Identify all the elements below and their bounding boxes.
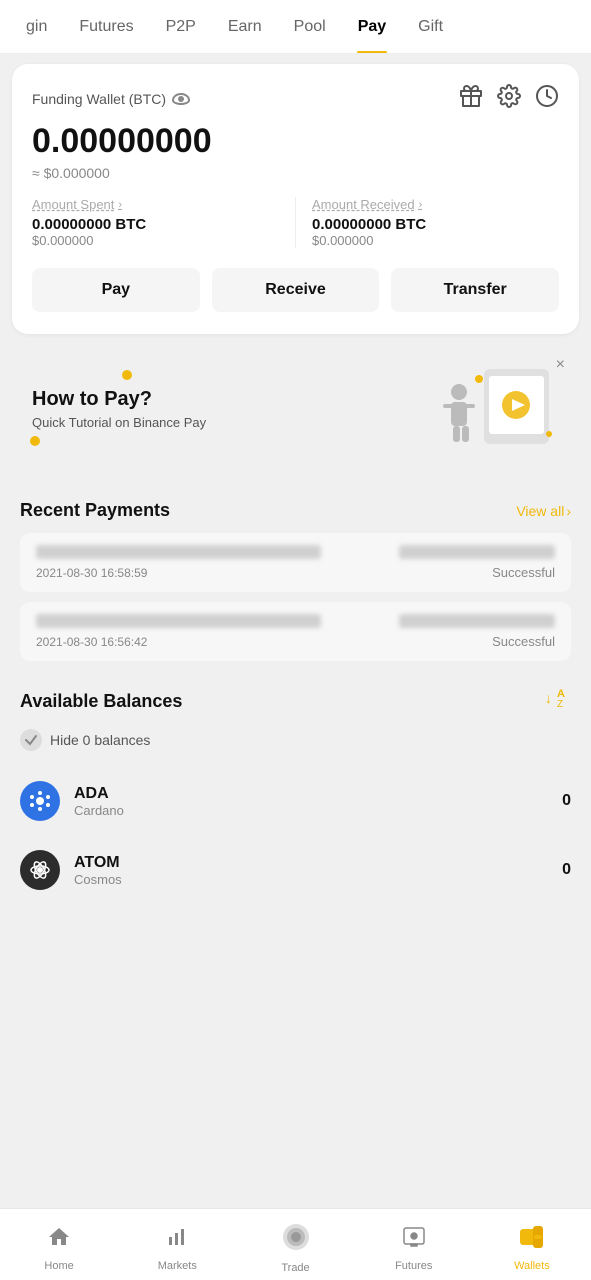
sort-icon[interactable]: ↓ A Z: [545, 687, 571, 715]
wallet-card: Funding Wallet (BTC): [12, 64, 579, 334]
wallet-title: Funding Wallet (BTC): [32, 91, 190, 107]
futures-nav-label: Futures: [395, 1260, 432, 1272]
atom-icon: [20, 850, 60, 890]
payment-blurred-amount-2: [399, 614, 555, 628]
banner-title: How to Pay?: [32, 388, 206, 411]
wallets-icon: [519, 1225, 545, 1256]
hide-zero-label: Hide 0 balances: [50, 732, 150, 748]
ada-amount: 0: [562, 792, 571, 810]
balance-row-atom[interactable]: ATOM Cosmos 0: [20, 836, 571, 905]
receive-button[interactable]: Receive: [212, 268, 380, 312]
recent-payments-header: Recent Payments View all ›: [20, 500, 571, 521]
wallet-usd-amount: ≈ $0.000000: [32, 165, 559, 181]
nav-item-margin[interactable]: gin: [10, 0, 63, 54]
markets-label: Markets: [158, 1260, 197, 1272]
wallet-header: Funding Wallet (BTC): [32, 84, 559, 114]
svg-text:Z: Z: [557, 699, 563, 709]
payment-row-2[interactable]: 2021-08-30 16:56:42 Successful: [20, 602, 571, 661]
received-usd: $0.000000: [312, 233, 559, 248]
payment-meta-1: 2021-08-30 16:58:59 Successful: [36, 565, 555, 580]
balances-title: Available Balances: [20, 691, 182, 712]
svg-text:↓: ↓: [545, 690, 552, 706]
received-btc: 0.00000000 BTC: [312, 216, 559, 233]
bottom-navigation: Home Markets Trade: [0, 1208, 591, 1280]
recent-payments-section: Recent Payments View all › 2021-08-30 16…: [0, 484, 591, 679]
payment-blurred-info-1: [36, 545, 321, 559]
wallet-action-icons: [459, 84, 559, 114]
ada-icon: [20, 781, 60, 821]
payment-status-1: Successful: [492, 565, 555, 580]
nav-item-gift[interactable]: Gift: [402, 0, 459, 54]
history-icon[interactable]: [535, 84, 559, 114]
action-buttons: Pay Receive Transfer: [32, 268, 559, 312]
bottom-nav-futures[interactable]: Futures: [355, 1217, 473, 1272]
wallets-label: Wallets: [514, 1260, 550, 1272]
home-label: Home: [44, 1260, 73, 1272]
recent-payments-title: Recent Payments: [20, 500, 170, 521]
bottom-nav-markets[interactable]: Markets: [118, 1217, 236, 1272]
wallet-spent[interactable]: Amount Spent › 0.00000000 BTC $0.000000: [32, 197, 296, 248]
wallet-received[interactable]: Amount Received › 0.00000000 BTC $0.0000…: [296, 197, 559, 248]
payment-blurred-amount-1: [399, 545, 555, 559]
transfer-button[interactable]: Transfer: [391, 268, 559, 312]
spent-btc: 0.00000000 BTC: [32, 216, 279, 233]
nav-item-futures[interactable]: Futures: [63, 0, 149, 54]
markets-icon: [165, 1225, 189, 1256]
banner-text: How to Pay? Quick Tutorial on Binance Pa…: [32, 388, 206, 430]
bottom-nav-home[interactable]: Home: [0, 1217, 118, 1272]
pay-button[interactable]: Pay: [32, 268, 200, 312]
spent-usd: $0.000000: [32, 233, 279, 248]
top-navigation: gin Futures P2P Earn Pool Pay Gift: [0, 0, 591, 54]
wallet-stats: Amount Spent › 0.00000000 BTC $0.000000 …: [32, 197, 559, 248]
payment-meta-2: 2021-08-30 16:56:42 Successful: [36, 634, 555, 649]
wallet-btc-amount: 0.00000000: [32, 122, 559, 161]
nav-item-p2p[interactable]: P2P: [150, 0, 212, 54]
how-to-pay-banner: × How to Pay? Quick Tutorial on Binance …: [12, 344, 579, 474]
hide-zero-row[interactable]: Hide 0 balances: [20, 729, 571, 751]
bottom-nav-trade[interactable]: Trade: [236, 1215, 354, 1274]
balance-row-ada[interactable]: ADA Cardano 0: [20, 767, 571, 836]
balances-header: Available Balances ↓ A Z: [20, 687, 571, 715]
atom-info: ATOM Cosmos: [74, 854, 562, 887]
home-icon: [47, 1225, 71, 1256]
atom-symbol: ATOM: [74, 854, 562, 872]
nav-item-pay[interactable]: Pay: [342, 0, 402, 54]
payment-status-2: Successful: [492, 634, 555, 649]
atom-amount: 0: [562, 861, 571, 879]
payment-time-2: 2021-08-30 16:56:42: [36, 635, 147, 649]
ada-symbol: ADA: [74, 785, 562, 803]
view-all-link[interactable]: View all ›: [516, 503, 571, 519]
decorative-dot-2: [30, 436, 40, 446]
atom-name: Cosmos: [74, 872, 562, 887]
ada-info: ADA Cardano: [74, 785, 562, 818]
eye-icon[interactable]: [172, 93, 190, 105]
trade-label: Trade: [281, 1262, 309, 1274]
banner-subtitle: Quick Tutorial on Binance Pay: [32, 415, 206, 430]
settings-icon[interactable]: [497, 84, 521, 114]
nav-item-pool[interactable]: Pool: [278, 0, 342, 54]
available-balances-section: Available Balances ↓ A Z Hide 0 balances: [0, 679, 591, 921]
payment-row-1[interactable]: 2021-08-30 16:58:59 Successful: [20, 533, 571, 592]
trade-icon: [282, 1223, 310, 1258]
payment-blurred-info-2: [36, 614, 321, 628]
gift-icon[interactable]: [459, 84, 483, 114]
decorative-dot-1: [122, 370, 132, 380]
payment-time-1: 2021-08-30 16:58:59: [36, 566, 147, 580]
futures-nav-icon: [402, 1225, 426, 1256]
bottom-nav-wallets[interactable]: Wallets: [473, 1217, 591, 1272]
ada-name: Cardano: [74, 803, 562, 818]
banner-illustration: [429, 364, 559, 454]
hide-zero-checkbox[interactable]: [20, 729, 42, 751]
nav-item-earn[interactable]: Earn: [212, 0, 278, 54]
